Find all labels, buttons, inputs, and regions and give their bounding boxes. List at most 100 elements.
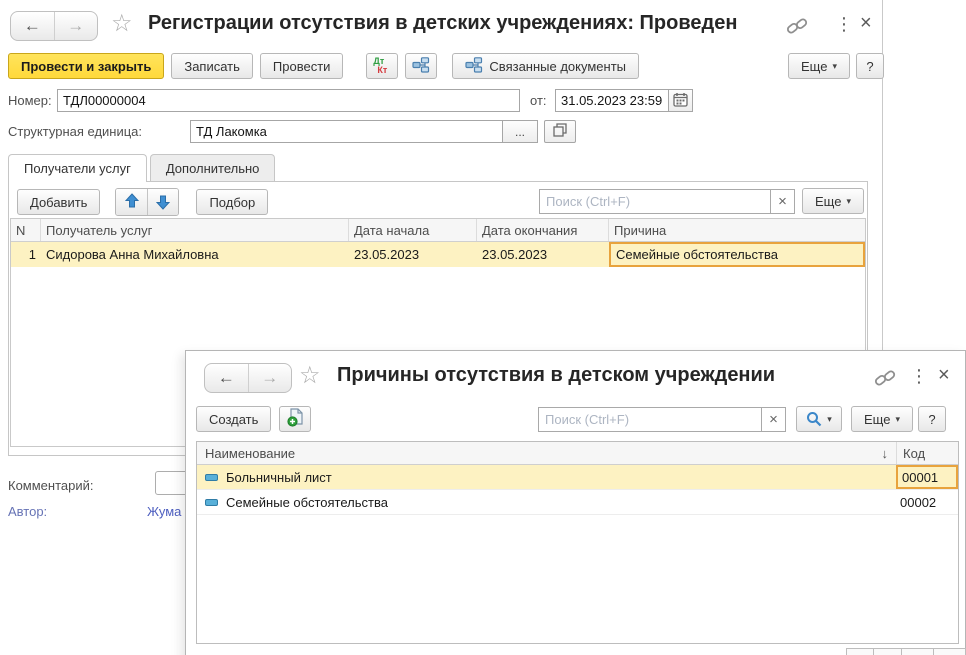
menu-dots-icon[interactable]: ⋮ [910, 367, 928, 385]
calendar-icon [673, 92, 688, 110]
arrow-up-icon [125, 193, 139, 211]
column-header-code[interactable]: Код [896, 442, 958, 464]
number-field[interactable] [57, 89, 520, 112]
code-cell[interactable]: 00002 [896, 490, 958, 514]
create-button[interactable]: Создать [196, 406, 271, 432]
name-cell[interactable]: Больничный лист [197, 465, 896, 489]
table-header: N Получатель услуг Дата начала Дата окон… [11, 219, 865, 242]
open-icon [553, 123, 567, 140]
screen: ← → ☆ Регистрации отсутствия в детских у… [0, 0, 966, 655]
clear-icon: × [769, 411, 778, 428]
history-nav: ← → [204, 363, 292, 393]
list-toolbar: Добавить Подбор [17, 188, 268, 216]
date-field[interactable] [555, 89, 669, 112]
more-button[interactable]: Еще ▾ [802, 188, 864, 214]
date-start-cell[interactable]: 23.05.2023 [349, 242, 477, 267]
search-input[interactable] [539, 189, 771, 214]
reason-cell[interactable]: Семейные обстоятельства [609, 242, 865, 267]
footer-cell [846, 648, 874, 655]
arrow-down-icon [156, 195, 170, 210]
clear-search-button[interactable]: × [761, 407, 786, 432]
command-bar: Провести и закрыть Записать Провести ДтК… [8, 53, 639, 79]
footer-cell [901, 648, 934, 655]
footer-cell [933, 648, 966, 655]
related-documents-button[interactable]: Связанные документы [452, 53, 639, 79]
move-down-button[interactable] [147, 189, 178, 215]
post-and-close-button[interactable]: Провести и закрыть [8, 53, 164, 79]
window-title: Причины отсутствия в детском учреждении [337, 364, 867, 387]
calendar-button[interactable] [668, 89, 693, 112]
close-icon[interactable]: × [938, 365, 950, 385]
favorite-star-icon[interactable]: ☆ [111, 12, 133, 36]
forward-button[interactable]: → [54, 12, 98, 40]
column-header-recipient[interactable]: Получатель услуг [41, 219, 349, 241]
chevron-down-icon: ▾ [832, 61, 837, 72]
column-header-name[interactable]: Наименование ↓ [197, 442, 896, 464]
document-plus-icon [286, 408, 305, 430]
footer-cell [873, 648, 902, 655]
chevron-down-icon: ▾ [846, 196, 851, 207]
list-item[interactable]: Семейные обстоятельства 00002 [197, 490, 958, 515]
tab-additional[interactable]: Дополнительно [150, 154, 276, 181]
list-toolbar-right: × ▾ Еще ▾ ? [538, 406, 946, 432]
create-new-item-button[interactable] [279, 406, 311, 432]
sort-descending-icon: ↓ [882, 446, 889, 461]
post-button[interactable]: Провести [260, 53, 344, 79]
element-icon [205, 474, 218, 481]
menu-dots-icon[interactable]: ⋮ [835, 15, 853, 33]
unit-field[interactable] [190, 120, 503, 143]
favorite-star-icon[interactable]: ☆ [299, 364, 321, 388]
chevron-down-icon: ▾ [895, 414, 900, 425]
posting-dtkt-button[interactable]: ДтКт [366, 53, 398, 79]
document-structure-button[interactable] [405, 53, 437, 79]
code-cell[interactable]: 00001 [896, 465, 958, 489]
element-icon [205, 499, 218, 506]
add-button[interactable]: Добавить [17, 189, 100, 215]
list-item[interactable]: Больничный лист 00001 [197, 465, 958, 490]
more-button[interactable]: Еще ▾ [851, 406, 913, 432]
comment-label: Комментарий: [8, 478, 94, 493]
clear-search-button[interactable]: × [770, 189, 795, 214]
help-button[interactable]: ? [856, 53, 884, 79]
date-end-cell[interactable]: 23.05.2023 [477, 242, 609, 267]
list-header: Наименование ↓ Код [197, 442, 958, 465]
back-button[interactable]: ← [205, 364, 248, 392]
column-header-date-end[interactable]: Дата окончания [477, 219, 609, 241]
more-button[interactable]: Еще ▾ [788, 53, 850, 79]
row-number-cell[interactable]: 1 [11, 242, 41, 267]
open-button[interactable] [544, 120, 576, 143]
move-up-button[interactable] [116, 189, 147, 215]
clear-icon: × [778, 193, 787, 210]
tab-recipients[interactable]: Получатели услуг [8, 154, 147, 182]
dtkt-icon: ДтКт [372, 56, 392, 76]
unit-label: Структурная единица: [8, 124, 142, 139]
get-link-icon[interactable] [786, 16, 808, 39]
reasons-list: Наименование ↓ Код Больничный лист 00001… [196, 441, 959, 644]
reasons-window: ← → ☆ Причины отсутствия в детском учреж… [185, 350, 966, 655]
author-link[interactable]: Жума [147, 504, 181, 519]
name-cell[interactable]: Семейные обстоятельства [197, 490, 896, 514]
forward-button[interactable]: → [248, 364, 292, 392]
get-link-icon[interactable] [874, 368, 896, 391]
help-button[interactable]: ? [918, 406, 946, 432]
column-header-date-start[interactable]: Дата начала [349, 219, 477, 241]
unit-group: ... [190, 120, 576, 143]
search-options-button[interactable]: ▾ [796, 406, 842, 432]
close-icon[interactable]: × [860, 13, 872, 33]
back-icon: ← [218, 368, 235, 388]
choose-button[interactable]: ... [502, 120, 538, 143]
write-button[interactable]: Записать [171, 53, 253, 79]
table-row[interactable]: 1 Сидорова Анна Михайловна 23.05.2023 23… [11, 242, 865, 267]
back-button[interactable]: ← [11, 12, 54, 40]
hierarchy-icon [412, 57, 430, 76]
back-icon: ← [24, 16, 41, 36]
pick-button[interactable]: Подбор [196, 189, 268, 215]
forward-icon: → [261, 368, 278, 388]
recipient-cell[interactable]: Сидорова Анна Михайловна [41, 242, 349, 267]
column-header-n[interactable]: N [11, 219, 41, 241]
column-header-reason[interactable]: Причина [609, 219, 865, 241]
command-bar-right: Еще ▾ ? [788, 53, 884, 79]
list-toolbar-right: × Еще ▾ [539, 188, 864, 214]
move-group [115, 188, 179, 216]
search-input[interactable] [538, 407, 762, 432]
